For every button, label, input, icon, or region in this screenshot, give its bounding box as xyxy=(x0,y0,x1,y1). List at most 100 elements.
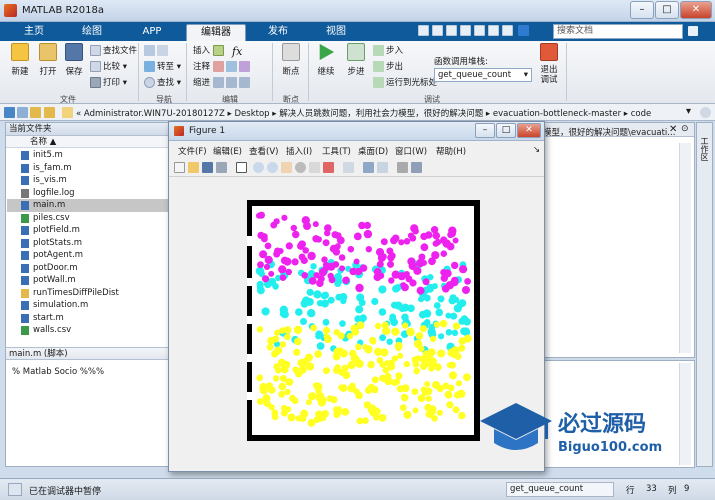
current-folder-path[interactable]: « Administrator.WIN7U-20180127Z ▸ Deskto… xyxy=(76,107,651,119)
comment-button[interactable]: 注释 xyxy=(193,61,210,74)
minimize-button[interactable]: – xyxy=(630,1,654,19)
pan-icon[interactable] xyxy=(281,162,292,173)
figure-menu-item[interactable]: 桌面(D) xyxy=(358,145,388,157)
close-button[interactable]: ✕ xyxy=(680,1,712,19)
data-cursor-icon[interactable] xyxy=(309,162,320,173)
colorbar-icon[interactable] xyxy=(363,162,374,173)
step-button[interactable]: 步进 xyxy=(342,43,370,77)
tab-editor[interactable]: 编辑器 xyxy=(186,24,246,41)
tab-plots[interactable]: 绘图 xyxy=(66,24,118,41)
select-arrow-icon[interactable] xyxy=(236,162,247,173)
hide-plot-tools-icon[interactable] xyxy=(397,162,408,173)
editor-scrollbar[interactable] xyxy=(679,143,691,353)
insert-button[interactable]: 插入 xyxy=(193,45,210,58)
maximize-button[interactable]: □ xyxy=(655,1,679,19)
close-icon[interactable]: ✕ xyxy=(669,124,677,135)
fx-button[interactable]: fx xyxy=(232,45,242,58)
search-icon[interactable] xyxy=(700,107,711,118)
figure-menu-item[interactable]: 文件(F) xyxy=(178,145,207,157)
file-row[interactable]: simulation.m xyxy=(7,299,170,312)
file-row[interactable]: runTimesDiffPileDist xyxy=(7,287,170,300)
print-icon[interactable] xyxy=(216,162,227,173)
workspace-collapsed-panel[interactable]: 工作区 xyxy=(696,122,713,467)
insert-section-icon[interactable] xyxy=(213,45,226,58)
file-row[interactable]: start.m xyxy=(7,312,170,325)
step-out-button[interactable]: 步出 xyxy=(373,61,403,74)
show-plot-tools-icon[interactable] xyxy=(411,162,422,173)
indent-button[interactable]: 缩进 xyxy=(193,77,210,90)
link-plot-icon[interactable] xyxy=(343,162,354,173)
indent-icons[interactable] xyxy=(213,77,252,90)
plot-axes[interactable] xyxy=(247,200,480,441)
breakpoints-button[interactable]: 断点 xyxy=(276,43,306,77)
tab-home[interactable]: 主页 xyxy=(8,24,60,41)
back-icon[interactable] xyxy=(4,107,15,118)
save-icon[interactable] xyxy=(202,162,213,173)
step-in-button[interactable]: 步入 xyxy=(373,45,403,58)
save-icon[interactable] xyxy=(418,25,429,36)
redo-icon[interactable] xyxy=(488,25,499,36)
figure-close-button[interactable]: ✕ xyxy=(517,123,541,138)
legend-icon[interactable] xyxy=(377,162,388,173)
continue-button[interactable]: 继续 xyxy=(312,43,340,77)
quit-debug-button[interactable]: 退出 调试 xyxy=(536,43,562,85)
up-folder-icon[interactable] xyxy=(30,107,41,118)
figure-menu-item[interactable]: 查看(V) xyxy=(249,145,278,157)
file-row[interactable]: plotField.m xyxy=(7,224,170,237)
paste-icon[interactable] xyxy=(460,25,471,36)
tab-publish[interactable]: 发布 xyxy=(252,24,304,41)
name-column-header[interactable]: 名称 ▲ xyxy=(6,136,169,148)
file-row[interactable]: main.m xyxy=(7,199,170,212)
tab-view[interactable]: 视图 xyxy=(310,24,362,41)
find-files-button[interactable]: 查找文件 xyxy=(90,45,137,58)
zoom-out-icon[interactable] xyxy=(267,162,278,173)
figure-menu-item[interactable]: 编辑(E) xyxy=(213,145,242,157)
search-icon[interactable] xyxy=(688,26,698,36)
comment-icons[interactable] xyxy=(213,61,252,74)
file-row[interactable]: is_vis.m xyxy=(7,174,170,187)
forward-icon[interactable] xyxy=(17,107,28,118)
figure-maximize-button[interactable]: □ xyxy=(496,123,516,138)
call-stack-select[interactable]: get_queue_count ▾ xyxy=(434,68,532,82)
undo-icon[interactable] xyxy=(474,25,485,36)
rotate-icon[interactable] xyxy=(295,162,306,173)
switch-windows-icon[interactable] xyxy=(502,25,513,36)
figure-menu-item[interactable]: 工具(T) xyxy=(322,145,351,157)
run-to-cursor-button[interactable]: 运行到光标处 xyxy=(373,77,437,90)
new-button[interactable]: 新建 xyxy=(6,43,34,77)
open-file-icon[interactable] xyxy=(188,162,199,173)
panel-menu-icon[interactable]: ⊙ xyxy=(681,124,689,134)
compare-button[interactable]: 比较 ▾ xyxy=(90,61,127,74)
brush-icon[interactable] xyxy=(323,162,334,173)
figure-menu-item[interactable]: 窗口(W) xyxy=(395,145,427,157)
goto-button[interactable]: 转至 ▾ xyxy=(144,61,181,74)
file-row[interactable]: is_fam.m xyxy=(7,162,170,175)
file-row[interactable]: plotStats.m xyxy=(7,237,170,250)
copy-icon[interactable] xyxy=(446,25,457,36)
cut-icon[interactable] xyxy=(432,25,443,36)
figure-menu-item[interactable]: 插入(I) xyxy=(286,145,312,157)
nav-back-forward[interactable] xyxy=(144,45,170,58)
figure-minimize-button[interactable]: – xyxy=(475,123,495,138)
dock-icon[interactable]: ↘ xyxy=(533,145,540,155)
editor-tab-title[interactable]: 模型，很好的解决问题\evacuati... xyxy=(543,126,675,138)
chevron-down-icon[interactable]: ▾ xyxy=(686,106,691,117)
new-figure-icon[interactable] xyxy=(174,162,185,173)
file-row[interactable]: potWall.m xyxy=(7,274,170,287)
figure-menu-item[interactable]: 帮助(H) xyxy=(436,145,466,157)
file-row[interactable]: potDoor.m xyxy=(7,262,170,275)
file-row[interactable]: piles.csv xyxy=(7,212,170,225)
browse-folder-icon[interactable] xyxy=(44,107,55,118)
file-row[interactable]: init5.m xyxy=(7,149,170,162)
help-icon[interactable] xyxy=(518,25,529,36)
file-row[interactable]: potAgent.m xyxy=(7,249,170,262)
find-button[interactable]: 查找 ▾ xyxy=(144,77,181,90)
file-row[interactable]: walls.csv xyxy=(7,324,170,337)
tab-apps[interactable]: APP xyxy=(124,24,180,41)
open-button[interactable]: 打开 xyxy=(34,43,62,77)
file-row[interactable]: logfile.log xyxy=(7,187,170,200)
search-input[interactable]: 搜索文档 xyxy=(553,24,683,39)
print-button[interactable]: 打印 ▾ xyxy=(90,77,127,90)
zoom-in-icon[interactable] xyxy=(253,162,264,173)
save-button[interactable]: 保存 xyxy=(60,43,88,77)
